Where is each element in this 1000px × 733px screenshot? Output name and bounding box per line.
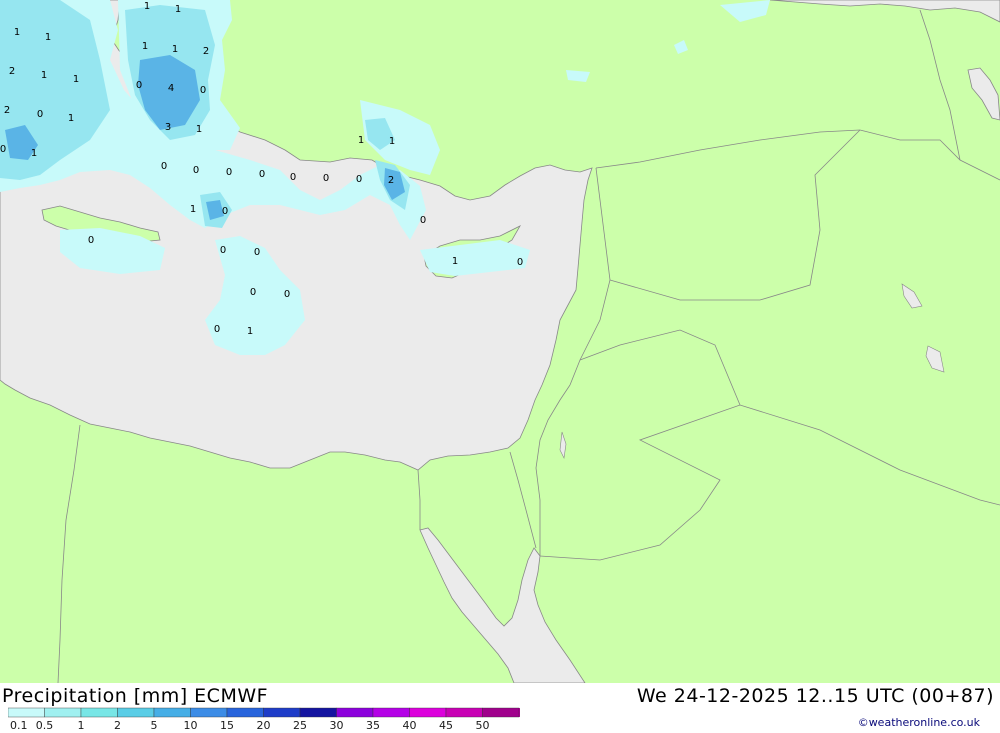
precip-value-label: 2 — [388, 175, 394, 186]
footer-bar: Precipitation [mm] ECMWF We 24-12-2025 1… — [0, 683, 1000, 733]
precip-value-label: 0 — [259, 169, 265, 180]
legend-swatch — [80, 707, 118, 718]
precip-value-label: 1 — [41, 70, 47, 81]
precip-value-label: 1 — [196, 124, 202, 135]
precip-value-label: 0 — [226, 167, 232, 178]
precip-value-label: 0 — [323, 173, 329, 184]
precip-value-label: 1 — [144, 1, 150, 12]
legend-swatch — [372, 707, 410, 718]
precip-value-label: 0 — [222, 206, 228, 217]
precip-value-label: 1 — [73, 74, 79, 85]
precip-value-label: 1 — [142, 41, 148, 52]
precip-value-label: 0 — [136, 80, 142, 91]
precip-value-label: 0 — [161, 161, 167, 172]
forecast-datetime: We 24-12-2025 12..15 UTC (00+87) — [636, 685, 994, 707]
legend-value-label: 5 — [151, 719, 158, 731]
legend-value-label: 2 — [114, 719, 121, 731]
legend-value-label: 10 — [184, 719, 198, 731]
precip-value-label: 0 — [517, 257, 523, 268]
legend-value-label: 0.5 — [36, 719, 54, 731]
legend-swatch — [263, 707, 301, 718]
legend-value-label: 50 — [476, 719, 490, 731]
legend-swatch — [299, 707, 337, 718]
precip-value-label: 0 — [254, 247, 260, 258]
legend-swatch — [336, 707, 374, 718]
precipitation-map: 1 1 1 1 1 1 2 2 1 1 0 4 0 2 0 1 3 1 0 1 0 0 0 0 0 0 0 1 2 1 1 0 0 0 1 0 0 0 0 0… — [0, 0, 1000, 683]
precip-value-label: 2 — [4, 105, 10, 116]
precip-value-label: 1 — [389, 136, 395, 147]
legend-swatch — [117, 707, 155, 718]
legend-swatch — [226, 707, 264, 718]
precip-value-label: 1 — [190, 204, 196, 215]
precip-color-legend: 0.1 0.5 1 2 5 10 15 20 25 30 35 40 45 50 — [8, 707, 520, 731]
legend-value-label: 35 — [366, 719, 380, 731]
legend-swatch — [44, 707, 82, 718]
precip-value-label: 0 — [200, 85, 206, 96]
precip-value-label: 4 — [168, 83, 174, 94]
credit-link[interactable]: ©weatheronline.co.uk — [858, 716, 980, 729]
precip-value-label: 1 — [14, 27, 20, 38]
legend-value-label: 15 — [220, 719, 234, 731]
legend-arrow — [519, 708, 520, 717]
precip-value-label: 0 — [220, 245, 226, 256]
legend-swatch — [409, 707, 447, 718]
precip-value-label: 1 — [172, 44, 178, 55]
legend-value-label: 30 — [330, 719, 344, 731]
legend-value-label: 20 — [257, 719, 271, 731]
precip-value-label: 1 — [452, 256, 458, 267]
precip-value-label: 0 — [37, 109, 43, 120]
legend-swatch — [153, 707, 191, 718]
legend-value-label: 45 — [439, 719, 453, 731]
precip-value-label: 0 — [290, 172, 296, 183]
precip-value-label: 2 — [203, 46, 209, 57]
precip-value-label: 0 — [214, 324, 220, 335]
precip-value-label: 1 — [31, 148, 37, 159]
precip-value-label: 0 — [284, 289, 290, 300]
map-title: Precipitation [mm] ECMWF — [2, 685, 269, 707]
precip-value-label: 0 — [420, 215, 426, 226]
weather-map-screen: 1111112211040201310100000001211000100000… — [0, 0, 1000, 733]
precip-value-label: 1 — [175, 4, 181, 15]
precip-value-label: 2 — [9, 66, 15, 77]
precip-value-label: 0 — [250, 287, 256, 298]
precip-value-label: 1 — [247, 326, 253, 337]
legend-value-label: 1 — [78, 719, 85, 731]
legend-value-label: 0.1 — [10, 719, 28, 731]
precip-value-label: 3 — [165, 122, 171, 133]
legend-swatch — [445, 707, 483, 718]
precip-value-label: 0 — [88, 235, 94, 246]
legend-swatch — [8, 707, 45, 718]
precip-value-label: 0 — [0, 144, 6, 155]
legend-swatch — [482, 707, 520, 718]
precip-value-label: 1 — [68, 113, 74, 124]
precip-value-label: 1 — [358, 135, 364, 146]
legend-value-label: 40 — [403, 719, 417, 731]
precip-value-label: 0 — [356, 174, 362, 185]
precip-value-label: 1 — [45, 32, 51, 43]
precip-value-label: 0 — [193, 165, 199, 176]
legend-swatch — [190, 707, 228, 718]
legend-value-label: 25 — [293, 719, 307, 731]
